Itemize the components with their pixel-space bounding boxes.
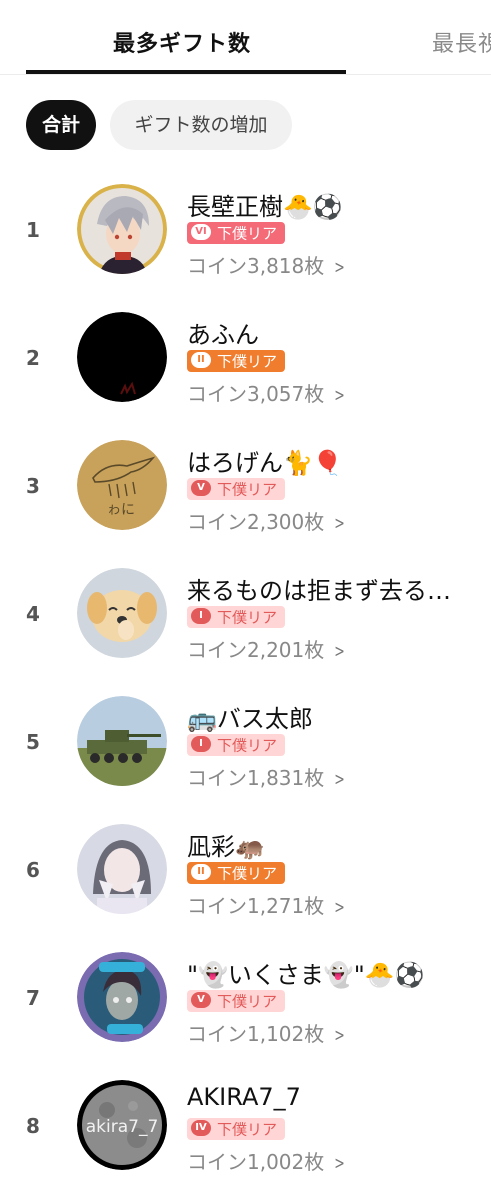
chevron-right-icon: >: [334, 1153, 346, 1174]
chip-total[interactable]: 合計: [26, 100, 96, 150]
fan-level-badge: I 下僕リア: [187, 606, 286, 628]
coin-count[interactable]: コイン3,057枚 >: [187, 378, 347, 407]
rank-number: 5: [26, 730, 40, 754]
user-name: 🚌バス太郎: [187, 705, 313, 733]
badge-label: 下僕リア: [217, 736, 278, 755]
coin-count[interactable]: コイン1,271枚 >: [187, 890, 347, 919]
rank-number: 1: [26, 218, 40, 242]
fan-level-badge: V 下僕リア: [187, 990, 286, 1012]
anime-boy-avatar[interactable]: [77, 184, 167, 274]
heart-level-icon: II: [191, 352, 211, 368]
fan-level-badge: IV 下僕リア: [187, 1118, 286, 1140]
badge-label: 下僕リア: [217, 992, 278, 1011]
user-name: 長壁正樹🐣⚽: [187, 193, 343, 221]
coin-count-text: コイン2,201枚: [187, 638, 325, 662]
moon-avatar[interactable]: akira7_7: [77, 1080, 167, 1170]
puppy-avatar[interactable]: [77, 568, 167, 658]
rank-number: 7: [26, 986, 40, 1010]
fan-level-badge: II 下僕リア: [187, 862, 286, 884]
coin-count-text: コイン1,271枚: [187, 894, 325, 918]
drawing-avatar[interactable]: ゎに: [77, 440, 167, 530]
coin-count-text: コイン1,002枚: [187, 1150, 325, 1174]
ranking-row[interactable]: 6 凪彩🦛 II 下僕リアコイン1,271枚 >: [0, 806, 491, 934]
user-name: 凪彩🦛: [187, 833, 265, 861]
heart-level-icon: II: [191, 864, 211, 880]
badge-label: 下僕リア: [217, 480, 278, 499]
tank-avatar[interactable]: [77, 696, 167, 786]
coin-count-text: コイン1,102枚: [187, 1022, 325, 1046]
chevron-right-icon: >: [334, 385, 346, 406]
ranking-row[interactable]: 3 ゎに はろげん🐈🎈 V 下僕リアコイン2,300枚 >: [0, 422, 491, 550]
svg-text:akira7_7: akira7_7: [86, 1117, 159, 1137]
rank-number: 4: [26, 602, 40, 626]
coin-count[interactable]: コイン1,831枚 >: [187, 762, 347, 791]
ranking-row[interactable]: 8 akira7_7 AKIRA7_7 IV 下僕リアコイン1,002枚 >: [0, 1062, 491, 1190]
ranking-row[interactable]: 1 長壁正樹🐣⚽ VI 下僕リアコイン3,818枚 >: [0, 166, 491, 294]
badge-label: 下僕リア: [217, 1120, 278, 1139]
user-name: あふん: [187, 321, 259, 349]
coin-count-text: コイン2,300枚: [187, 510, 325, 534]
heart-level-icon: V: [191, 992, 211, 1008]
heart-level-icon: IV: [191, 1120, 211, 1136]
rank-number: 3: [26, 474, 40, 498]
ranking-row[interactable]: 7 "👻いくさま👻"🐣⚽ V 下僕リアコイン1,102枚 >: [0, 934, 491, 1062]
chip-gift-increase[interactable]: ギフト数の増加: [110, 100, 292, 150]
rank-number: 8: [26, 1114, 40, 1138]
fan-level-badge: I 下僕リア: [187, 734, 286, 756]
coin-count[interactable]: コイン1,002枚 >: [187, 1146, 347, 1175]
ranking-row[interactable]: 5 🚌バス太郎 I 下僕リアコイン1,831枚 >: [0, 678, 491, 806]
svg-text:ゎに: ゎに: [107, 502, 135, 518]
dark-avatar[interactable]: [77, 312, 167, 402]
character-avatar[interactable]: [77, 952, 167, 1042]
rank-number: 2: [26, 346, 40, 370]
chevron-right-icon: >: [334, 897, 346, 918]
user-name: はろげん🐈🎈: [187, 449, 343, 477]
chevron-right-icon: >: [334, 641, 346, 662]
user-name: 来るものは拒まず去る…: [187, 577, 451, 605]
rank-number: 6: [26, 858, 40, 882]
chevron-right-icon: >: [334, 769, 346, 790]
fan-level-badge: II 下僕リア: [187, 350, 286, 372]
heart-level-icon: I: [191, 736, 211, 752]
heart-level-icon: V: [191, 480, 211, 496]
fan-level-badge: V 下僕リア: [187, 478, 286, 500]
coin-count[interactable]: コイン2,201枚 >: [187, 634, 347, 663]
ranking-tabs: 最多ギフト数 最長視: [0, 0, 491, 75]
chevron-right-icon: >: [334, 1025, 346, 1046]
heart-level-icon: VI: [191, 224, 211, 240]
chevron-right-icon: >: [334, 257, 346, 278]
ranking-row[interactable]: 4 来るものは拒まず去る… I 下僕リアコイン2,201枚 >: [0, 550, 491, 678]
coin-count[interactable]: コイン1,102枚 >: [187, 1018, 347, 1047]
coin-count-text: コイン3,057枚: [187, 382, 325, 406]
coin-count-text: コイン1,831枚: [187, 766, 325, 790]
badge-label: 下僕リア: [217, 224, 278, 243]
heart-level-icon: I: [191, 608, 211, 624]
user-name: "👻いくさま👻"🐣⚽: [187, 961, 425, 989]
badge-label: 下僕リア: [217, 864, 278, 883]
active-tab-indicator: [26, 70, 346, 74]
tab-most-gifts[interactable]: 最多ギフト数: [113, 26, 251, 58]
badge-label: 下僕リア: [217, 352, 278, 371]
coin-count[interactable]: コイン3,818枚 >: [187, 250, 347, 279]
fan-level-badge: VI 下僕リア: [187, 222, 286, 244]
tab-longest-watch[interactable]: 最長視: [432, 26, 491, 58]
chevron-right-icon: >: [334, 513, 346, 534]
coin-count[interactable]: コイン2,300枚 >: [187, 506, 347, 535]
coin-count-text: コイン3,818枚: [187, 254, 325, 278]
ranking-row[interactable]: 2 あふん II 下僕リアコイン3,057枚 >: [0, 294, 491, 422]
user-name: AKIRA7_7: [187, 1083, 301, 1111]
badge-label: 下僕リア: [217, 608, 278, 627]
girl-avatar[interactable]: [77, 824, 167, 914]
